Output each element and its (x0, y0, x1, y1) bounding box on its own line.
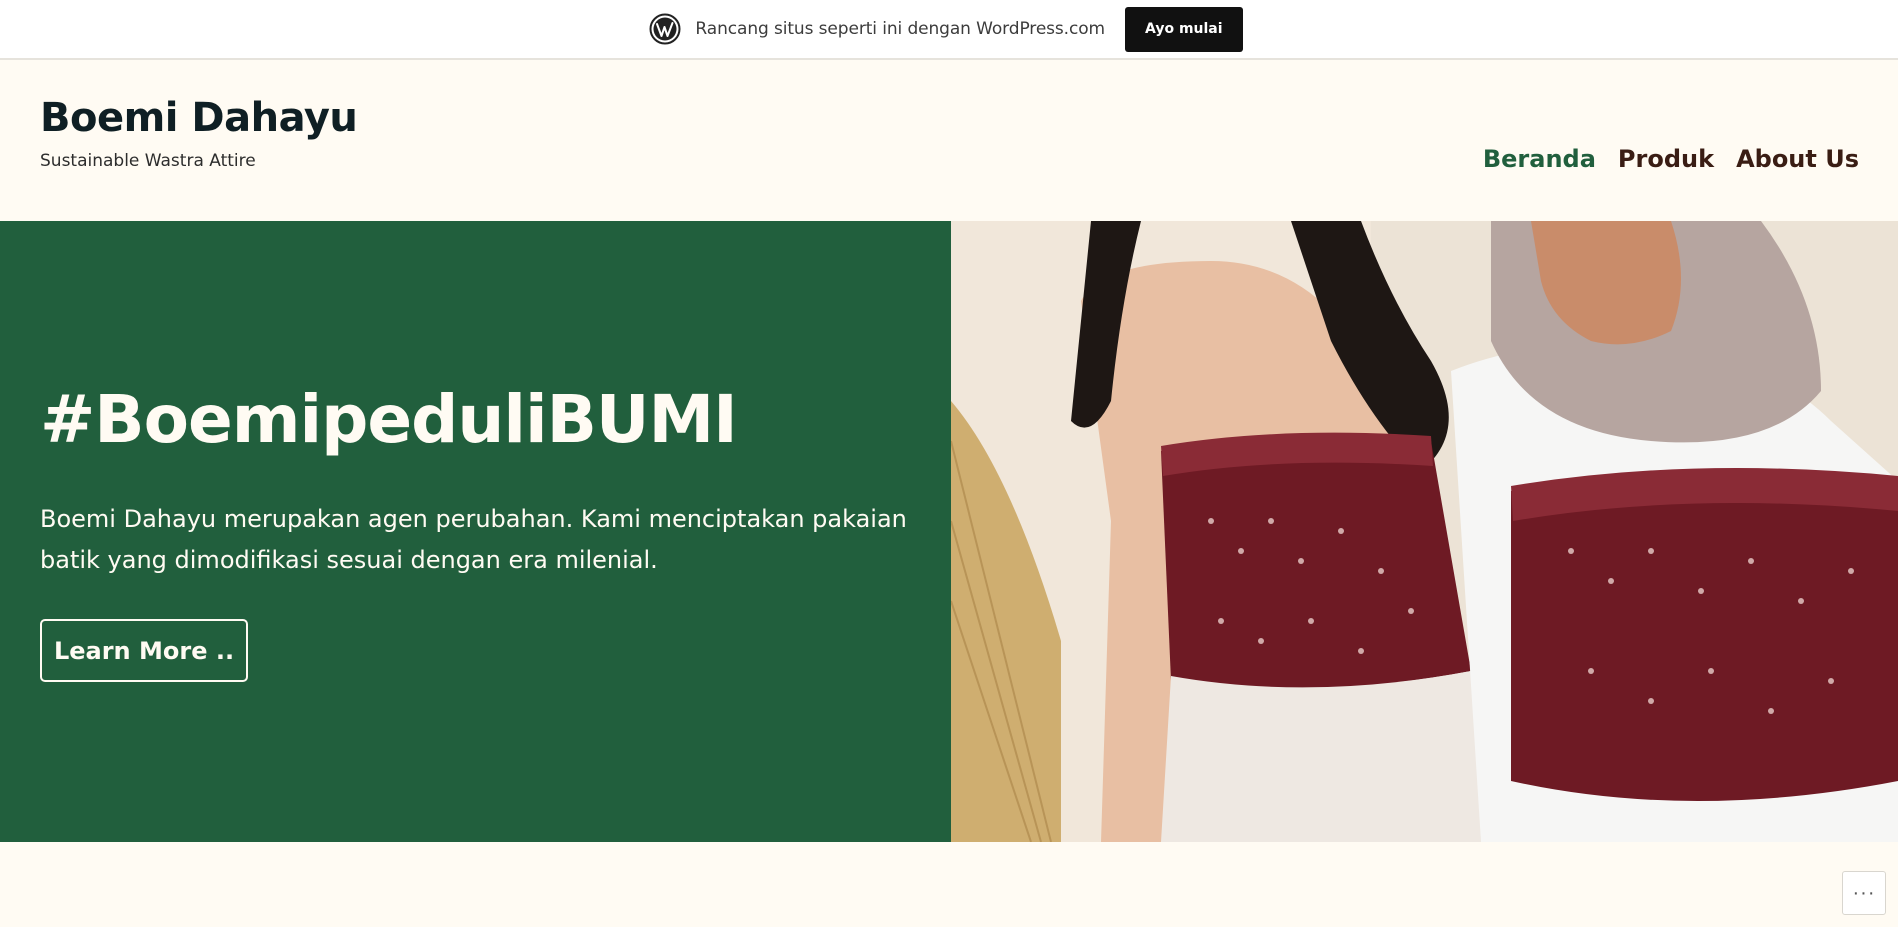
promo-text: Rancang situs seperti ini dengan WordPre… (695, 19, 1105, 39)
nav-item-produk[interactable]: Produk (1618, 145, 1714, 173)
hero-photo (951, 221, 1898, 842)
hero-section: #BoemipeduliBUMI Boemi Dahayu merupakan … (0, 221, 1898, 842)
start-button[interactable]: Ayo mulai (1125, 6, 1243, 52)
nav-item-beranda[interactable]: Beranda (1483, 145, 1596, 173)
site-tagline: Sustainable Wastra Attire (40, 151, 256, 171)
more-glyph: ··· (1852, 881, 1876, 904)
promo-bar: Rancang situs seperti ini dengan WordPre… (0, 0, 1898, 60)
site-header: Boemi Dahayu Sustainable Wastra Attire B… (0, 60, 1898, 221)
hero-photo-illustration (951, 221, 1898, 842)
page-bottom-band: ··· (0, 842, 1898, 927)
ellipsis-icon[interactable]: ··· (1842, 871, 1886, 915)
wordpress-logo-icon[interactable] (649, 13, 681, 45)
hero-description: Boemi Dahayu merupakan agen perubahan. K… (40, 505, 907, 574)
site-title[interactable]: Boemi Dahayu (40, 95, 358, 141)
hero-text-panel: #BoemipeduliBUMI Boemi Dahayu merupakan … (0, 221, 951, 842)
primary-nav: Beranda Produk About Us (1483, 145, 1859, 173)
hero-title: #BoemipeduliBUMI (40, 381, 738, 458)
learn-more-button[interactable]: Learn More .. (40, 619, 248, 682)
nav-item-about-us[interactable]: About Us (1736, 145, 1859, 173)
